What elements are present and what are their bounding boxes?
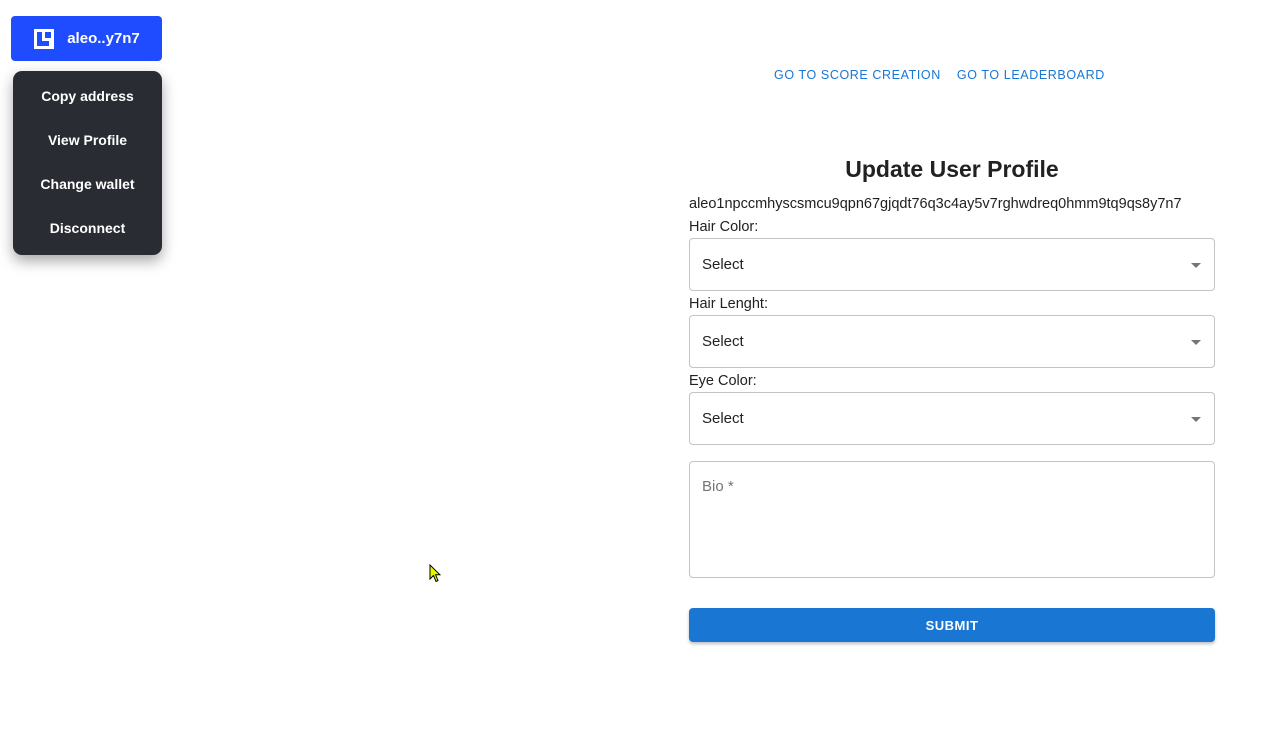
menu-item-view-profile[interactable]: View Profile	[13, 118, 162, 162]
top-nav: GO TO SCORE CREATION GO TO LEADERBOARD	[774, 68, 1105, 82]
eye-color-value: Select	[702, 410, 744, 427]
wallet-dropdown-menu: Copy address View Profile Change wallet …	[13, 71, 162, 255]
hair-color-select[interactable]: Select	[689, 238, 1215, 291]
bio-placeholder: Bio *	[702, 478, 734, 495]
eye-color-select[interactable]: Select	[689, 392, 1215, 445]
page-title: Update User Profile	[845, 156, 1059, 182]
hair-length-select[interactable]: Select	[689, 315, 1215, 368]
menu-item-change-wallet[interactable]: Change wallet	[13, 162, 162, 206]
menu-item-disconnect[interactable]: Disconnect	[13, 206, 162, 250]
hair-length-value: Select	[702, 333, 744, 350]
submit-button[interactable]: SUBMIT	[689, 608, 1215, 642]
menu-item-copy-address[interactable]: Copy address	[13, 74, 162, 118]
caret-down-icon	[1191, 339, 1201, 345]
bio-textarea[interactable]: Bio *	[689, 461, 1215, 578]
user-address: aleo1npccmhyscsmcu9qpn67gjqdt76q3c4ay5v7…	[689, 196, 1182, 212]
nav-link-leaderboard[interactable]: GO TO LEADERBOARD	[957, 68, 1105, 82]
hair-color-label: Hair Color:	[689, 219, 759, 235]
wallet-button[interactable]: aleo..y7n7	[11, 16, 162, 61]
update-profile-form: Update User Profile aleo1npccmhyscsmcu9q…	[689, 153, 1215, 642]
caret-down-icon	[1191, 416, 1201, 422]
wallet-address-short: aleo..y7n7	[67, 30, 140, 47]
mouse-pointer-icon	[429, 564, 441, 583]
leo-wallet-logo-icon	[34, 28, 55, 49]
hair-color-value: Select	[702, 256, 744, 273]
eye-color-label: Eye Color:	[689, 373, 757, 389]
hair-length-label: Hair Lenght:	[689, 296, 768, 312]
caret-down-icon	[1191, 262, 1201, 268]
nav-link-score-creation[interactable]: GO TO SCORE CREATION	[774, 68, 941, 82]
